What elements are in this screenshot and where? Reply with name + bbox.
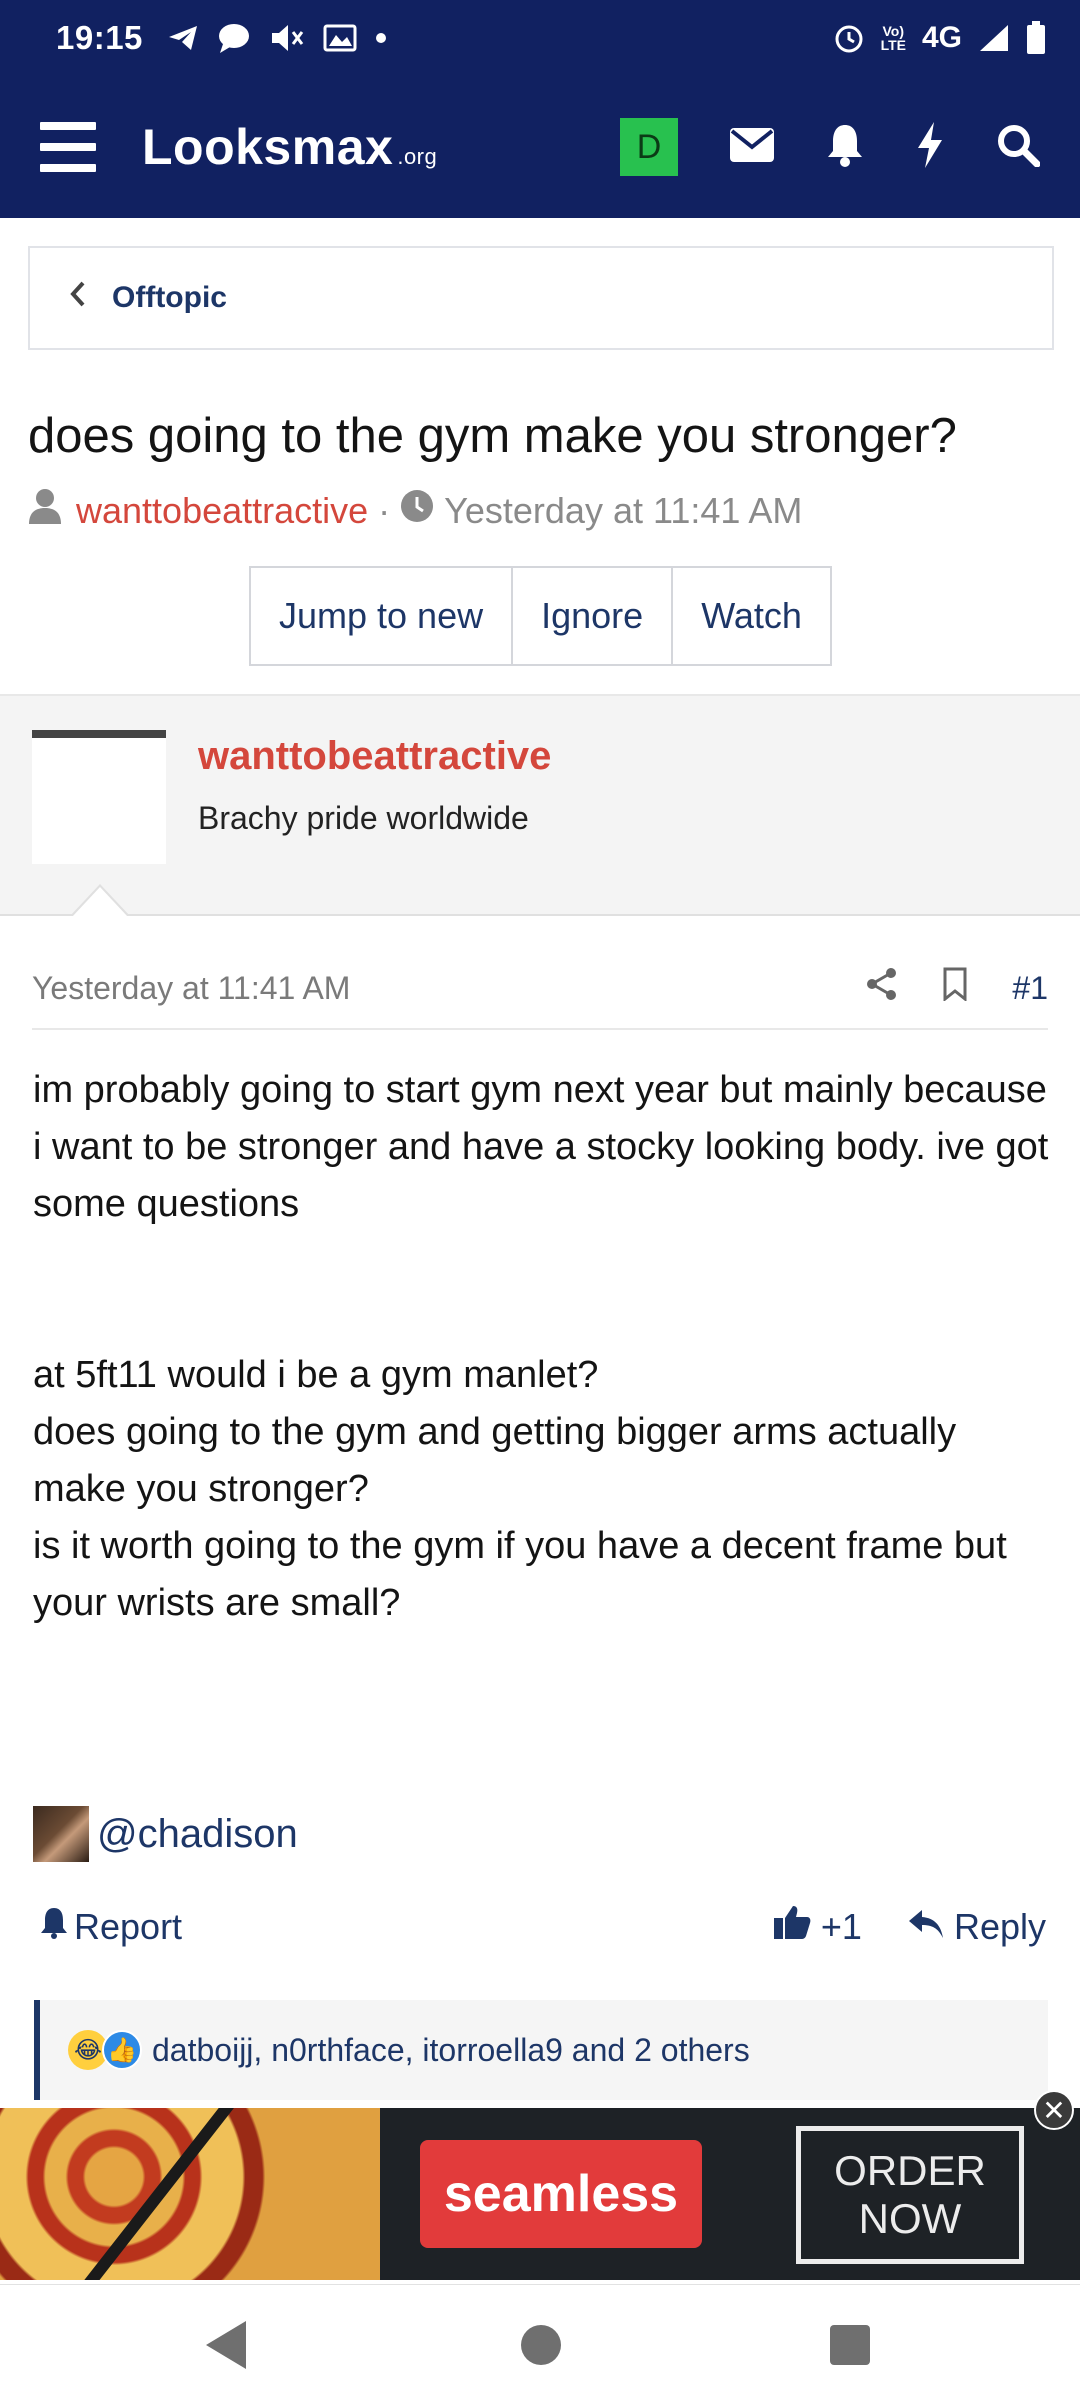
dot-icon xyxy=(375,32,387,44)
thread-title: does going to the gym make you stronger? xyxy=(28,409,957,463)
status-bar: 19:15 Vo) LTE 4G xyxy=(0,0,1080,76)
like-emoji-icon: 👍 xyxy=(102,2030,142,2070)
chat-bubble-icon xyxy=(217,22,251,54)
site-logo[interactable]: Looksmax .org xyxy=(142,118,437,176)
post-meta: Yesterday at 11:41 AM #1 xyxy=(32,948,1048,1030)
home-button[interactable] xyxy=(521,2325,561,2365)
report-button[interactable]: Report xyxy=(40,1906,182,1948)
network-type: 4G xyxy=(921,21,962,54)
bell-icon xyxy=(40,1906,68,1948)
post-date[interactable]: Yesterday at 11:41 AM xyxy=(32,970,350,1007)
clock-icon xyxy=(400,489,434,532)
breadcrumb-label[interactable]: Offtopic xyxy=(112,281,227,315)
ad-cta-button[interactable]: ORDER NOW xyxy=(796,2126,1024,2264)
back-button[interactable] xyxy=(206,2321,246,2369)
reactions-text[interactable]: datboijj, n0rthface, itorroella9 and 2 o… xyxy=(152,2032,750,2069)
reply-button[interactable]: Reply xyxy=(908,1906,1046,1948)
like-button[interactable]: +1 xyxy=(773,1904,862,1949)
alarm-icon xyxy=(833,22,865,54)
user-mention[interactable]: @chadison xyxy=(33,1806,298,1862)
breadcrumb[interactable]: Offtopic xyxy=(28,246,1054,350)
chevron-left-icon xyxy=(70,281,86,315)
telegram-icon xyxy=(167,24,199,52)
post-paragraph: im probably going to start gym next year… xyxy=(33,1069,1049,1225)
post-author-name[interactable]: wanttobeattractive xyxy=(198,734,551,779)
post-body: im probably going to start gym next year… xyxy=(33,1062,1053,1632)
thread-meta: wanttobeattractive · Yesterday at 11:41 … xyxy=(28,488,802,533)
user-block-arrow xyxy=(70,884,130,917)
reactions-bar[interactable]: 😂 👍 datboijj, n0rthface, itorroella9 and… xyxy=(34,2000,1048,2100)
signal-icon xyxy=(978,23,1010,53)
notification-icons xyxy=(167,22,387,54)
post-actions: Report +1 Reply xyxy=(40,1904,1046,1949)
recents-button[interactable] xyxy=(830,2325,870,2365)
account-avatar[interactable]: D xyxy=(620,118,678,176)
system-icons: Vo) LTE 4G xyxy=(833,21,1046,55)
user-title: Brachy pride worldwide xyxy=(198,800,529,836)
thread-author-link[interactable]: wanttobeattractive xyxy=(76,490,368,532)
gallery-icon xyxy=(323,23,357,53)
volte-icon: Vo) LTE xyxy=(880,23,906,53)
reaction-icons: 😂 👍 xyxy=(68,2030,142,2070)
bookmark-icon[interactable] xyxy=(942,967,968,1009)
pizza-image xyxy=(0,2108,380,2280)
thumbs-up-icon xyxy=(773,1904,811,1949)
post-number[interactable]: #1 xyxy=(1012,970,1048,1007)
battery-icon xyxy=(1026,21,1046,55)
post-question: at 5ft11 would i be a gym manlet? xyxy=(33,1354,599,1396)
post-question: is it worth going to the gym if you have… xyxy=(33,1525,1007,1624)
bell-icon[interactable] xyxy=(826,123,864,172)
thread-actions: Jump to new Ignore Watch xyxy=(249,566,832,666)
close-icon[interactable]: ✕ xyxy=(1034,2090,1074,2130)
menu-icon[interactable] xyxy=(40,122,96,172)
bolt-icon[interactable] xyxy=(916,121,944,173)
system-nav-bar xyxy=(0,2284,1080,2400)
reply-icon xyxy=(908,1906,944,1948)
status-time: 19:15 xyxy=(56,19,143,56)
mention-link[interactable]: @chadison xyxy=(97,1812,298,1857)
post-user-block: wanttobeattractive Brachy pride worldwid… xyxy=(0,694,1080,916)
search-icon[interactable] xyxy=(996,123,1041,172)
jump-to-new-button[interactable]: Jump to new xyxy=(251,568,514,664)
ad-brand-logo: seamless xyxy=(420,2140,702,2248)
mute-icon xyxy=(269,22,305,54)
mail-icon[interactable] xyxy=(730,127,774,167)
app-header: Looksmax .org D xyxy=(0,76,1080,218)
avatar[interactable] xyxy=(32,730,166,864)
watch-button[interactable]: Watch xyxy=(673,568,830,664)
post-question: does going to the gym and getting bigger… xyxy=(33,1411,957,1510)
share-icon[interactable] xyxy=(866,967,898,1009)
mention-avatar xyxy=(33,1806,89,1862)
ignore-button[interactable]: Ignore xyxy=(513,568,674,664)
user-icon xyxy=(28,488,62,533)
thread-date[interactable]: Yesterday at 11:41 AM xyxy=(444,490,802,532)
ad-banner[interactable]: seamless ORDER NOW xyxy=(0,2108,1080,2280)
